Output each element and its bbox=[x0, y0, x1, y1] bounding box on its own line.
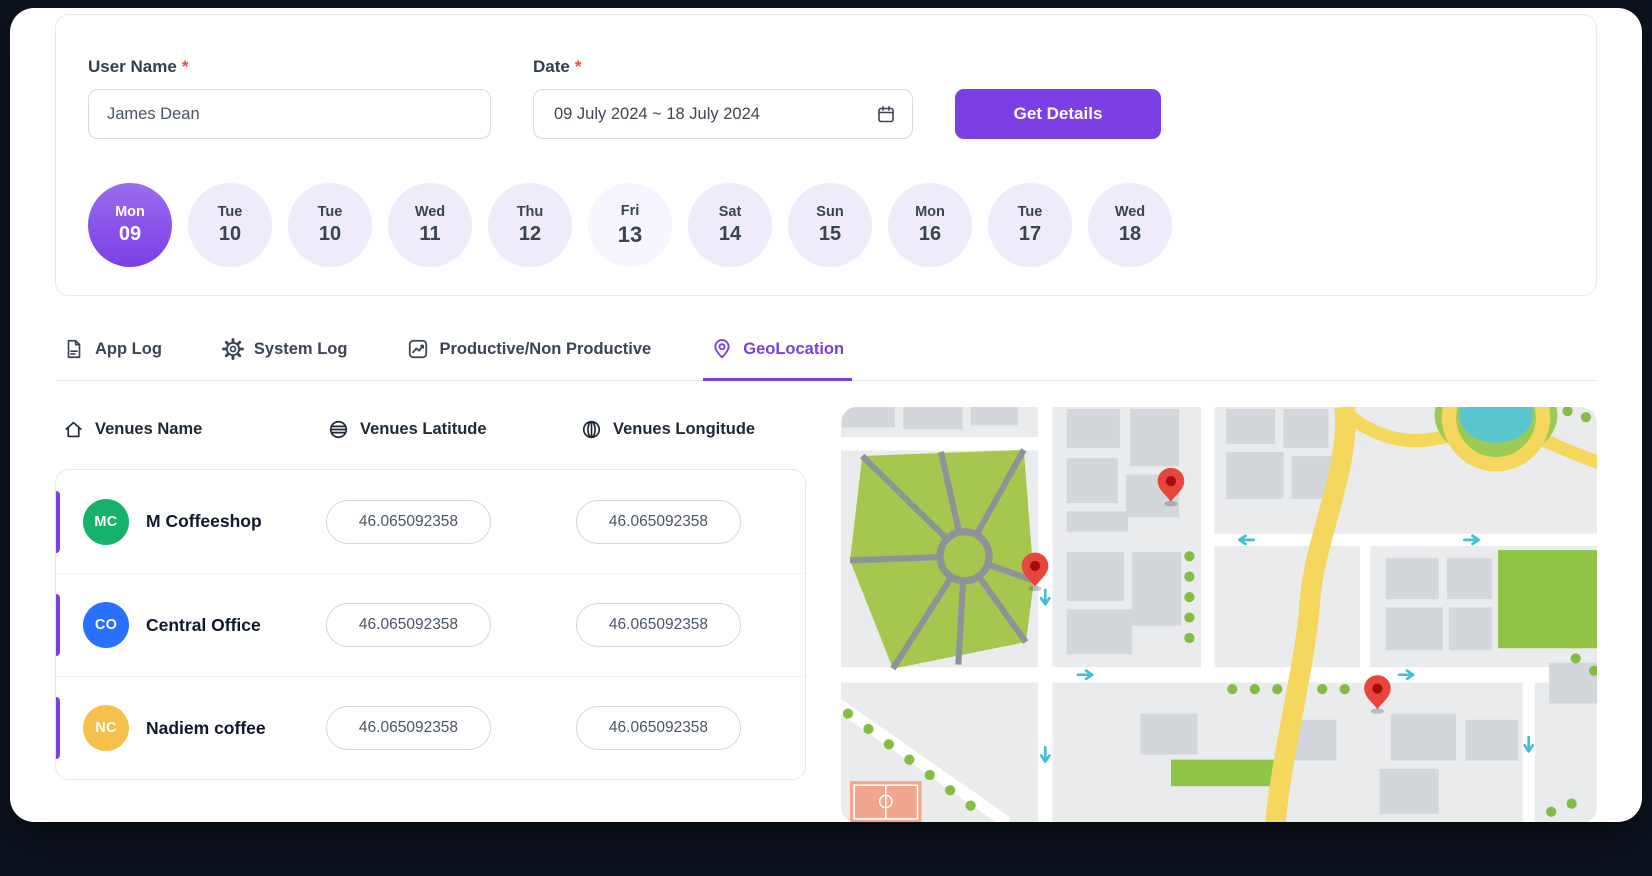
venue-avatar: NC bbox=[83, 705, 129, 751]
tab-system-log[interactable]: System Log bbox=[214, 324, 356, 381]
venue-avatar: MC bbox=[83, 498, 129, 545]
row-accent-bar bbox=[56, 594, 60, 656]
venues-longitude-header: Venues Longitude bbox=[581, 419, 806, 440]
user-name-field-group: User Name * bbox=[88, 57, 491, 139]
day-pill[interactable]: Tue 10 bbox=[288, 183, 372, 267]
tab-app-log[interactable]: App Log bbox=[55, 324, 170, 381]
filter-form-row: User Name * Date * 09 July 2024 ~ 18 Jul… bbox=[88, 57, 1564, 139]
tab-geolocation[interactable]: GeoLocation bbox=[703, 324, 853, 381]
app-log-icon bbox=[63, 338, 85, 360]
venue-row[interactable]: CO Central Office 46.065092358 46.065092… bbox=[56, 573, 805, 676]
user-name-label-text: User Name bbox=[88, 57, 177, 76]
day-pill[interactable]: Tue 17 bbox=[988, 183, 1072, 267]
calendar-icon[interactable] bbox=[876, 104, 896, 124]
day-selector: Mon 09 Tue 10 Tue 10 Wed 11 Thu 12 Fri 1… bbox=[88, 183, 1564, 267]
day-pill[interactable]: Sat 14 bbox=[688, 183, 772, 267]
day-pill[interactable]: Thu 12 bbox=[488, 183, 572, 267]
user-name-input[interactable] bbox=[88, 89, 491, 139]
venue-longitude-chip: 46.065092358 bbox=[576, 706, 741, 750]
day-pill[interactable]: Mon 09 bbox=[88, 183, 172, 267]
day-pill[interactable]: Sun 15 bbox=[788, 183, 872, 267]
tabs-bar: App Log System Log Productive/Non Produc… bbox=[55, 324, 1597, 381]
tab-productive[interactable]: Productive/Non Productive bbox=[399, 324, 659, 381]
geolocation-panel: Venues Name Venues Latitude Venues Longi… bbox=[55, 407, 1597, 822]
required-asterisk: * bbox=[574, 57, 582, 76]
day-pill[interactable]: Tue 10 bbox=[188, 183, 272, 267]
day-pill[interactable]: Wed 11 bbox=[388, 183, 472, 267]
row-accent-bar bbox=[56, 697, 60, 759]
venues-section: Venues Name Venues Latitude Venues Longi… bbox=[55, 407, 806, 822]
day-pill[interactable]: Fri 13 bbox=[588, 183, 672, 267]
filter-panel: User Name * Date * 09 July 2024 ~ 18 Jul… bbox=[55, 14, 1597, 296]
venue-name: Nadiem coffee bbox=[146, 717, 266, 738]
row-accent-bar bbox=[56, 490, 60, 553]
map[interactable] bbox=[841, 407, 1597, 822]
date-range-input[interactable]: 09 July 2024 ~ 18 July 2024 bbox=[533, 89, 913, 139]
map-court bbox=[850, 781, 922, 822]
globe-longitude-icon bbox=[581, 419, 602, 440]
required-asterisk: * bbox=[181, 57, 189, 76]
venue-latitude-chip: 46.065092358 bbox=[326, 499, 491, 544]
date-range-value: 09 July 2024 ~ 18 July 2024 bbox=[554, 104, 760, 123]
venue-latitude-chip: 46.065092358 bbox=[326, 603, 491, 647]
user-name-label: User Name * bbox=[88, 57, 491, 77]
app-background: User Name * Date * 09 July 2024 ~ 18 Jul… bbox=[0, 0, 1652, 876]
get-details-button[interactable]: Get Details bbox=[955, 89, 1161, 139]
venue-avatar: CO bbox=[83, 602, 129, 648]
productive-chart-icon bbox=[407, 338, 429, 360]
day-pill[interactable]: Mon 16 bbox=[888, 183, 972, 267]
day-pill[interactable]: Wed 18 bbox=[1088, 183, 1172, 267]
venues-headers: Venues Name Venues Latitude Venues Longi… bbox=[55, 407, 806, 451]
venue-longitude-chip: 46.065092358 bbox=[576, 499, 741, 544]
venue-row[interactable]: NC Nadiem coffee 46.065092358 46.0650923… bbox=[56, 676, 805, 779]
date-label: Date * bbox=[533, 57, 913, 77]
geolocation-pin-icon bbox=[711, 338, 733, 360]
venue-name: M Coffeeshop bbox=[146, 511, 262, 531]
date-label-text: Date bbox=[533, 57, 570, 76]
date-field-group: Date * 09 July 2024 ~ 18 July 2024 bbox=[533, 57, 913, 139]
venue-name: Central Office bbox=[146, 614, 261, 635]
venue-latitude-chip: 46.065092358 bbox=[326, 706, 491, 750]
globe-latitude-icon bbox=[328, 419, 349, 440]
venues-table: MC M Coffeeshop 46.065092358 46.06509235… bbox=[55, 469, 806, 780]
map-illustration bbox=[841, 407, 1597, 822]
venue-longitude-chip: 46.065092358 bbox=[576, 603, 741, 647]
venue-row[interactable]: MC M Coffeeshop 46.065092358 46.06509235… bbox=[56, 470, 805, 573]
home-icon bbox=[63, 419, 84, 440]
main-card: User Name * Date * 09 July 2024 ~ 18 Jul… bbox=[10, 8, 1642, 822]
venues-latitude-header: Venues Latitude bbox=[328, 419, 581, 440]
venues-name-header: Venues Name bbox=[55, 419, 328, 440]
system-log-gear-icon bbox=[222, 338, 244, 360]
